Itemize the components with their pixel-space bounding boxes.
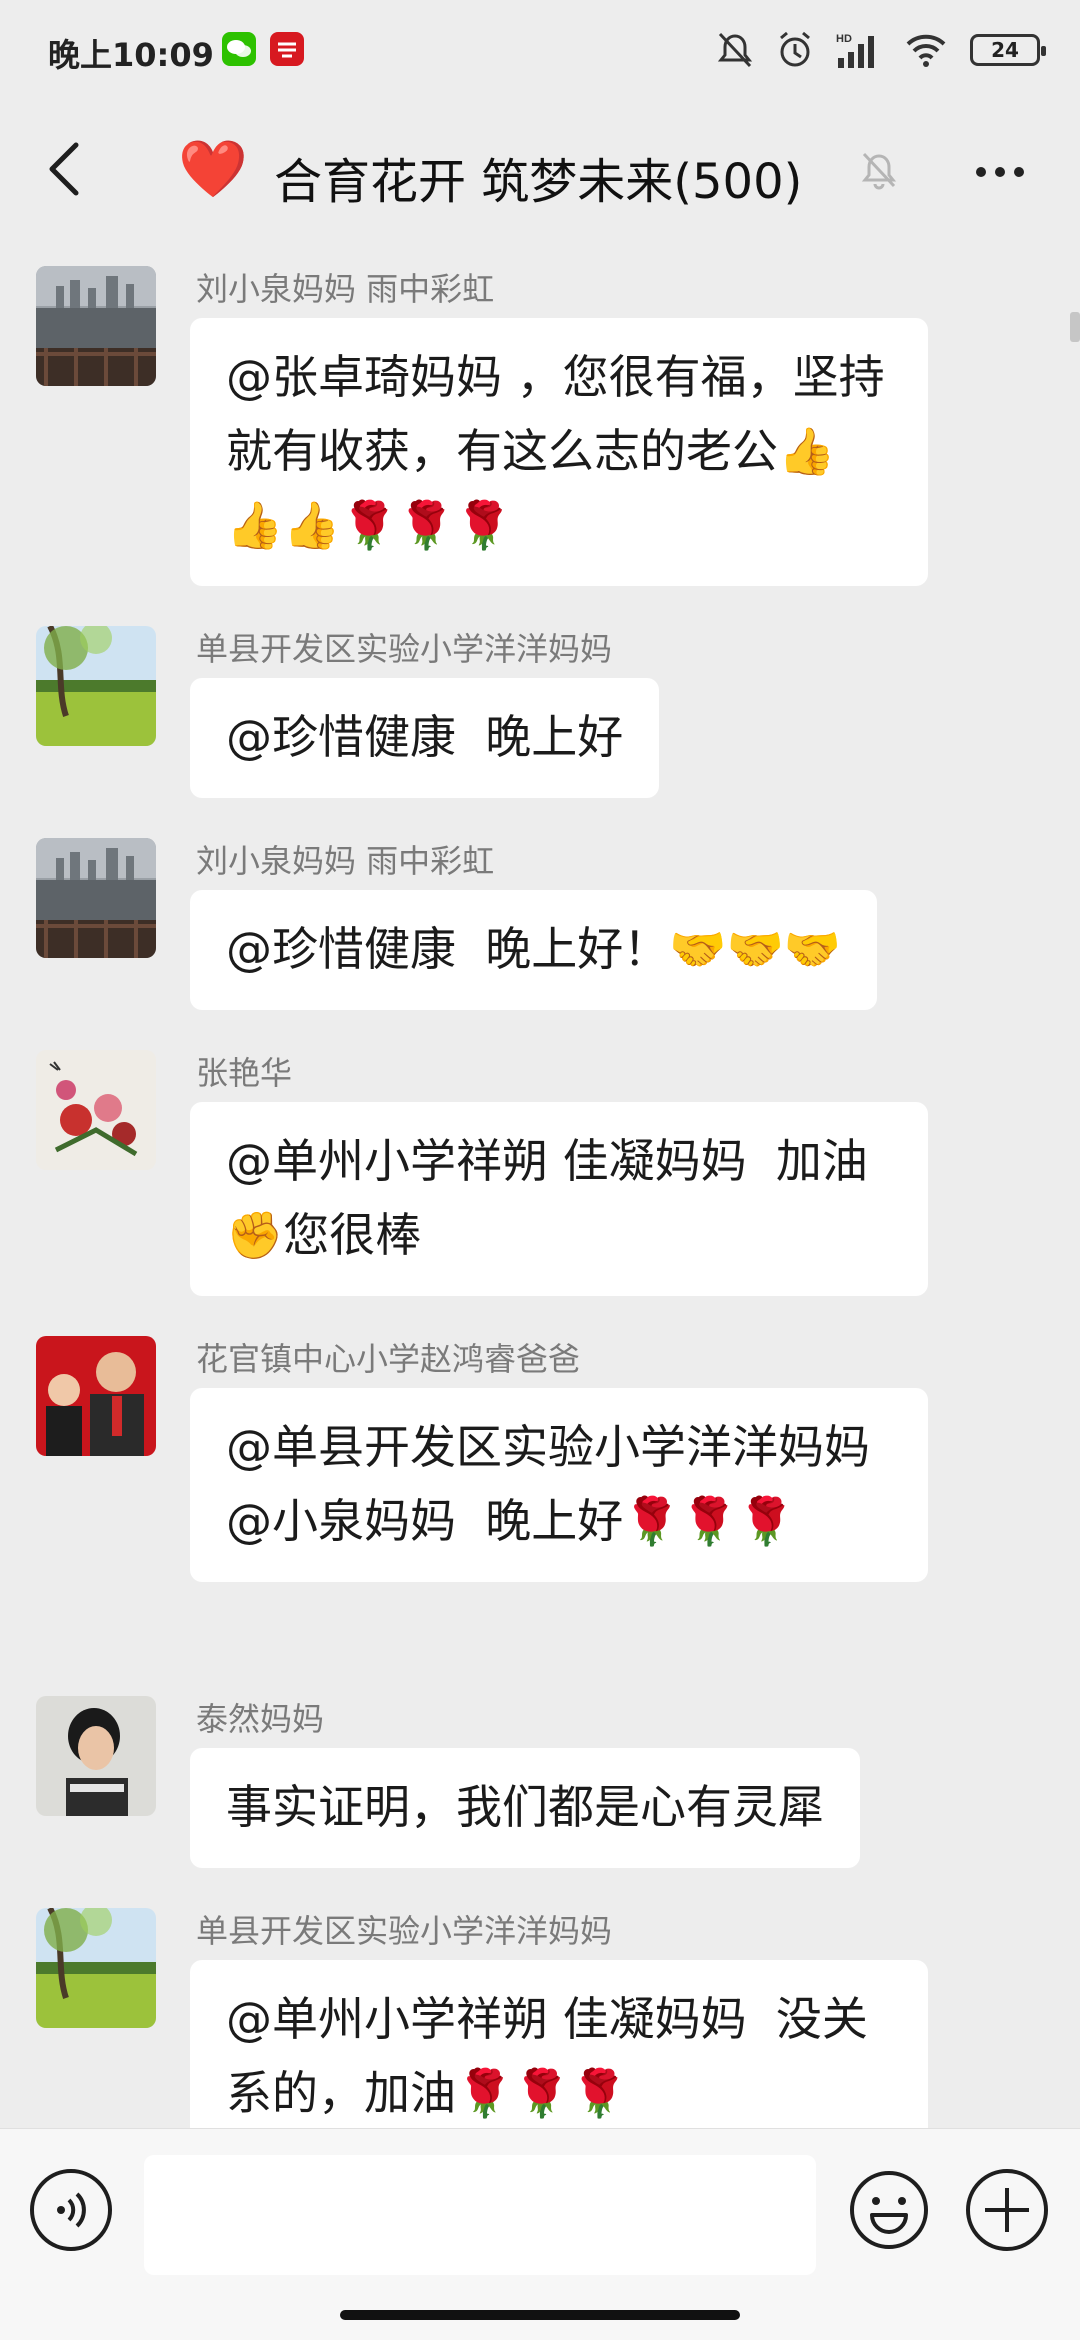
avatar[interactable] [36,1050,156,1170]
message-input[interactable] [144,2155,816,2275]
battery-level: 24 [991,38,1019,62]
message-bubble[interactable]: @单县开发区实验小学洋洋妈妈 @小泉妈妈 晚上好🌹🌹🌹 [190,1388,928,1582]
dot-icon [976,167,986,177]
input-bar [0,2128,1080,2340]
status-bar: 晚上10:09 HD 24 [0,0,1080,104]
battery-icon: 24 [970,34,1046,66]
heart-emoji: ❤️ [178,137,248,202]
more-functions-button[interactable] [966,2169,1048,2251]
avatar[interactable] [36,1336,156,1456]
voice-input-button[interactable] [30,2169,112,2251]
sender-name: 单县开发区实验小学洋洋妈妈 [196,1912,613,1950]
avatar[interactable] [36,838,156,958]
smiley-icon [850,2171,928,2249]
hd-signal-icon: HD [836,33,874,68]
chevron-left-icon [49,142,79,196]
avatar[interactable] [36,1696,156,1816]
message-bubble[interactable]: @珍惜健康 晚上好 [190,678,660,798]
back-button[interactable] [34,134,94,204]
xuexi-icon [270,32,304,66]
sender-name: 刘小泉妈妈 雨中彩虹 [196,842,495,880]
more-options-button[interactable] [960,144,1040,200]
sender-name: 张艳华 [196,1054,293,1092]
avatar[interactable] [36,626,156,746]
svg-text:HD: HD [836,33,852,45]
avatar[interactable] [36,266,156,386]
mute-notifications-icon [858,148,900,196]
home-indicator[interactable] [340,2310,740,2320]
dot-icon [1014,167,1024,177]
avatar[interactable] [36,1908,156,2028]
message-bubble[interactable]: 事实证明，我们都是心有灵犀 [190,1748,860,1868]
sender-name: 单县开发区实验小学洋洋妈妈 [196,630,613,668]
status-icons: HD 24 [716,28,1046,72]
voice-icon [57,2192,86,2228]
sender-name: 泰然妈妈 [196,1700,325,1738]
alarm-icon [780,31,810,67]
message-bubble[interactable]: @珍惜健康 晚上好！🤝🤝🤝 [190,890,878,1010]
mute-icon [717,32,753,68]
dot-icon [995,167,1005,177]
wifi-icon [906,34,946,67]
message-bubble[interactable]: @单州小学祥朔 佳凝妈妈 加油✊您很棒 [190,1102,928,1296]
wechat-icon [222,32,256,66]
chat-header: ❤️ 合育花开 筑梦未来(500) [0,104,1080,238]
status-time: 晚上10:09 [48,36,214,74]
message-list: 刘小泉妈妈 雨中彩虹 @张卓琦妈妈 ，您很有福，坚持就有收获，有这么志的老公👍👍… [0,238,1080,2128]
emoji-button[interactable] [848,2169,930,2251]
sender-name: 刘小泉妈妈 雨中彩虹 [196,270,495,308]
message-bubble[interactable]: @张卓琦妈妈 ，您很有福，坚持就有收获，有这么志的老公👍👍👍🌹🌹🌹 [190,318,928,586]
message-bubble[interactable]: @单州小学祥朔 佳凝妈妈 没关系的，加油🌹🌹🌹 [190,1960,928,2128]
sender-name: 花官镇中心小学赵鸿睿爸爸 [196,1340,581,1378]
chat-title: 合育花开 筑梦未来(500) [274,154,803,210]
